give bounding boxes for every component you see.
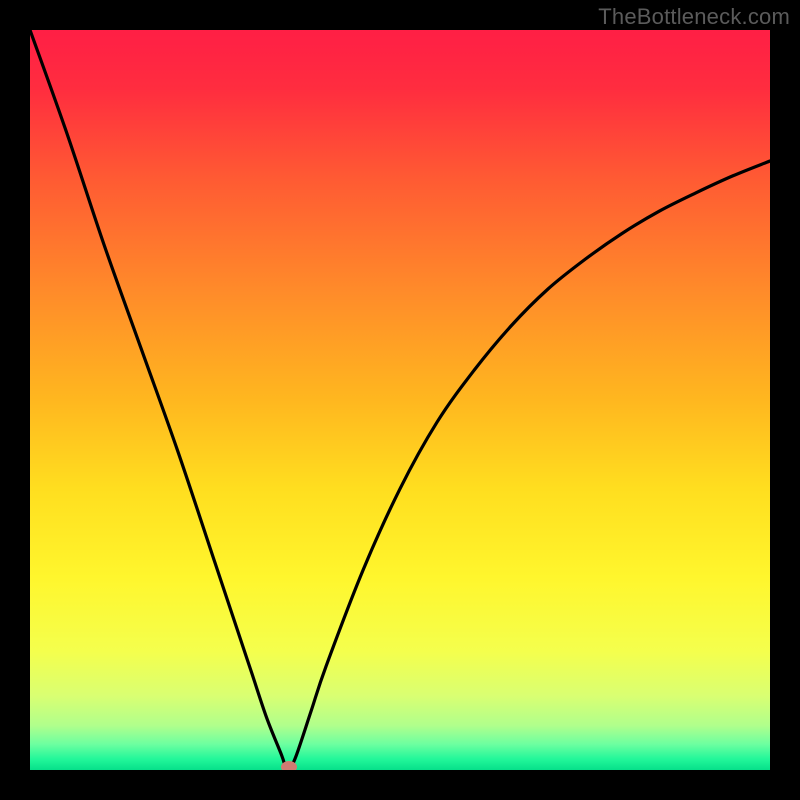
watermark-text: TheBottleneck.com (598, 4, 790, 30)
chart-frame: TheBottleneck.com (0, 0, 800, 800)
plot-area (30, 30, 770, 770)
bottleneck-chart (30, 30, 770, 770)
gradient-background (30, 30, 770, 770)
